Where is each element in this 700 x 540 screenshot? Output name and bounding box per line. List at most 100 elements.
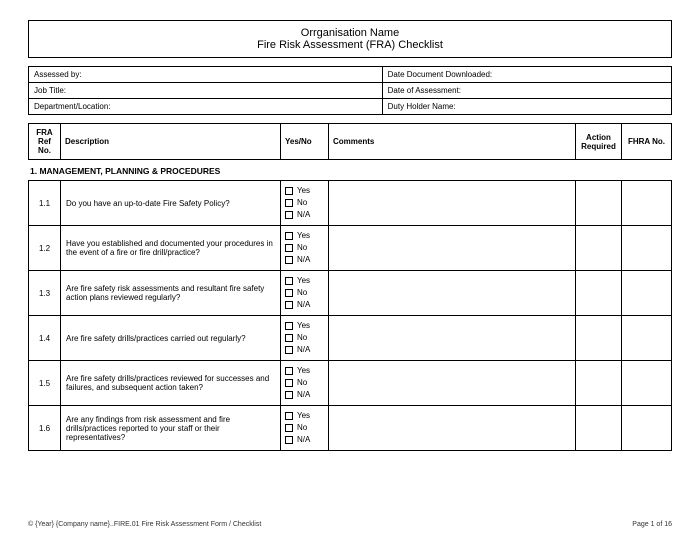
doc-title: Fire Risk Assessment (FRA) Checklist: [29, 39, 671, 51]
footer-left: © {Year} {Company name}..FIRE.01 Fire Ri…: [28, 521, 261, 528]
checkbox-no[interactable]: [285, 244, 293, 252]
hdr-ref: FRA Ref No.: [29, 124, 61, 160]
opt-yes: Yes: [297, 410, 310, 422]
row-comments: [329, 316, 576, 361]
row-desc: Are fire safety drills/practices carried…: [61, 316, 281, 361]
row-fhra: [622, 226, 672, 271]
row-desc: Are fire safety risk assessments and res…: [61, 271, 281, 316]
row-action: [576, 226, 622, 271]
table-row: 1.4Are fire safety drills/practices carr…: [29, 316, 672, 361]
info-table: Assessed by: Date Document Downloaded: J…: [28, 66, 672, 115]
hdr-action: Action Required: [576, 124, 622, 160]
checkbox-na[interactable]: [285, 211, 293, 219]
table-row: 1.1Do you have an up-to-date Fire Safety…: [29, 181, 672, 226]
checkbox-no[interactable]: [285, 289, 293, 297]
checkbox-yes[interactable]: [285, 412, 293, 420]
opt-na: N/A: [297, 254, 310, 266]
checkbox-yes[interactable]: [285, 277, 293, 285]
row-ref: 1.1: [29, 181, 61, 226]
row-comments: [329, 406, 576, 451]
row-yesno: YesNoN/A: [281, 406, 329, 451]
row-ref: 1.2: [29, 226, 61, 271]
row-ref: 1.5: [29, 361, 61, 406]
opt-na: N/A: [297, 209, 310, 221]
checkbox-na[interactable]: [285, 391, 293, 399]
row-comments: [329, 271, 576, 316]
checkbox-no[interactable]: [285, 424, 293, 432]
dept-label: Department/Location:: [29, 99, 383, 115]
checkbox-yes[interactable]: [285, 322, 293, 330]
opt-yes: Yes: [297, 185, 310, 197]
opt-yes: Yes: [297, 230, 310, 242]
opt-na: N/A: [297, 299, 310, 311]
title-box: Orrganisation Name Fire Risk Assessment …: [28, 20, 672, 58]
row-fhra: [622, 406, 672, 451]
row-yesno: YesNoN/A: [281, 271, 329, 316]
row-yesno: YesNoN/A: [281, 226, 329, 271]
row-comments: [329, 226, 576, 271]
row-action: [576, 361, 622, 406]
opt-na: N/A: [297, 434, 310, 446]
row-desc: Have you established and documented your…: [61, 226, 281, 271]
checkbox-na[interactable]: [285, 301, 293, 309]
row-comments: [329, 361, 576, 406]
assessed-by-label: Assessed by:: [29, 67, 383, 83]
section-title: 1. MANAGEMENT, PLANNING & PROCEDURES: [30, 166, 672, 176]
opt-na: N/A: [297, 389, 310, 401]
org-name: Orrganisation Name: [29, 27, 671, 39]
opt-no: No: [297, 377, 307, 389]
row-ref: 1.4: [29, 316, 61, 361]
table-row: 1.2Have you established and documented y…: [29, 226, 672, 271]
row-desc: Do you have an up-to-date Fire Safety Po…: [61, 181, 281, 226]
opt-yes: Yes: [297, 275, 310, 287]
row-desc: Are fire safety drills/practices reviewe…: [61, 361, 281, 406]
job-title-label: Job Title:: [29, 83, 383, 99]
row-fhra: [622, 316, 672, 361]
table-row: 1.6Are any findings from risk assessment…: [29, 406, 672, 451]
opt-yes: Yes: [297, 365, 310, 377]
opt-no: No: [297, 242, 307, 254]
opt-no: No: [297, 287, 307, 299]
row-ref: 1.6: [29, 406, 61, 451]
checkbox-yes[interactable]: [285, 367, 293, 375]
checkbox-yes[interactable]: [285, 232, 293, 240]
hdr-fhra: FHRA No.: [622, 124, 672, 160]
opt-no: No: [297, 422, 307, 434]
checkbox-na[interactable]: [285, 436, 293, 444]
checkbox-na[interactable]: [285, 256, 293, 264]
row-fhra: [622, 181, 672, 226]
row-action: [576, 181, 622, 226]
checkbox-no[interactable]: [285, 334, 293, 342]
footer: © {Year} {Company name}..FIRE.01 Fire Ri…: [28, 521, 672, 528]
opt-na: N/A: [297, 344, 310, 356]
table-row: 1.5Are fire safety drills/practices revi…: [29, 361, 672, 406]
column-headers: FRA Ref No. Description Yes/No Comments …: [28, 123, 672, 160]
hdr-yn: Yes/No: [281, 124, 329, 160]
checkbox-na[interactable]: [285, 346, 293, 354]
row-yesno: YesNoN/A: [281, 361, 329, 406]
row-action: [576, 271, 622, 316]
table-row: 1.3Are fire safety risk assessments and …: [29, 271, 672, 316]
row-action: [576, 406, 622, 451]
checkbox-no[interactable]: [285, 379, 293, 387]
row-yesno: YesNoN/A: [281, 181, 329, 226]
row-yesno: YesNoN/A: [281, 316, 329, 361]
row-fhra: [622, 271, 672, 316]
date-downloaded-label: Date Document Downloaded:: [382, 67, 671, 83]
hdr-comments: Comments: [329, 124, 576, 160]
checkbox-no[interactable]: [285, 199, 293, 207]
row-ref: 1.3: [29, 271, 61, 316]
date-assessment-label: Date of Assessment:: [382, 83, 671, 99]
page-container: Orrganisation Name Fire Risk Assessment …: [0, 0, 700, 461]
opt-yes: Yes: [297, 320, 310, 332]
row-desc: Are any findings from risk assessment an…: [61, 406, 281, 451]
footer-right: Page 1 of 16: [632, 521, 672, 528]
checkbox-yes[interactable]: [285, 187, 293, 195]
row-fhra: [622, 361, 672, 406]
opt-no: No: [297, 332, 307, 344]
row-comments: [329, 181, 576, 226]
hdr-desc: Description: [61, 124, 281, 160]
checklist-table: 1.1Do you have an up-to-date Fire Safety…: [28, 180, 672, 451]
duty-holder-label: Duty Holder Name:: [382, 99, 671, 115]
row-action: [576, 316, 622, 361]
